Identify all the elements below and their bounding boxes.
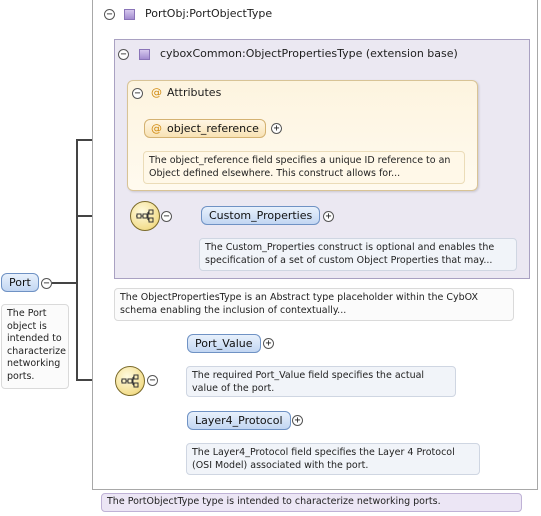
object-properties-title: cyboxCommon:ObjectPropertiesType (extens… — [160, 47, 458, 60]
type-icon — [139, 49, 150, 60]
port-value-doc: The required Port_Value field specifies … — [186, 366, 456, 397]
object-properties-doc: The ObjectPropertiesType is an Abstract … — [114, 288, 514, 321]
connector-port-vertical — [76, 139, 78, 380]
object-properties-collapse-toggle[interactable]: − — [118, 49, 129, 60]
object-reference-doc: The object_reference field specifies a u… — [143, 151, 465, 184]
sequence-collapse-toggle[interactable]: − — [147, 375, 158, 386]
attributes-title: Attributes — [167, 86, 222, 99]
port-obj-title: PortObj:PortObjectType — [145, 7, 273, 20]
object-reference-attribute[interactable]: @ object_reference — [144, 119, 266, 138]
port-obj-doc: The PortObjectType type is intended to c… — [101, 493, 522, 512]
custom-properties-doc: The Custom_Properties construct is optio… — [199, 238, 517, 271]
object-reference-expand-toggle[interactable]: + — [271, 123, 282, 134]
custom-properties-expand-toggle[interactable]: + — [323, 211, 334, 222]
port-value-element[interactable]: Port_Value — [187, 334, 261, 353]
object-reference-label: object_reference — [167, 122, 259, 135]
layer4-protocol-element[interactable]: Layer4_Protocol — [187, 411, 291, 430]
custom-properties-element[interactable]: Custom_Properties — [201, 206, 321, 225]
sequence-collapse-toggle[interactable]: − — [161, 211, 172, 222]
port-value-expand-toggle[interactable]: + — [263, 338, 274, 349]
attributes-collapse-toggle[interactable]: − — [132, 88, 143, 99]
attribute-at-icon: @ — [151, 86, 162, 99]
type-icon — [124, 9, 135, 20]
layer4-protocol-doc: The Layer4_Protocol field specifies the … — [186, 443, 480, 475]
port-element[interactable]: Port — [1, 273, 39, 292]
port-obj-collapse-toggle[interactable]: − — [104, 9, 115, 20]
sequence-compositor-icon[interactable] — [115, 366, 145, 396]
connector-port-main — [52, 282, 77, 284]
layer4-protocol-expand-toggle[interactable]: + — [292, 415, 303, 426]
attribute-at-icon: @ — [151, 122, 162, 135]
port-doc: The Port object is intended to character… — [1, 304, 69, 389]
sequence-compositor-icon[interactable] — [130, 201, 160, 231]
port-collapse-toggle[interactable]: − — [41, 278, 52, 289]
